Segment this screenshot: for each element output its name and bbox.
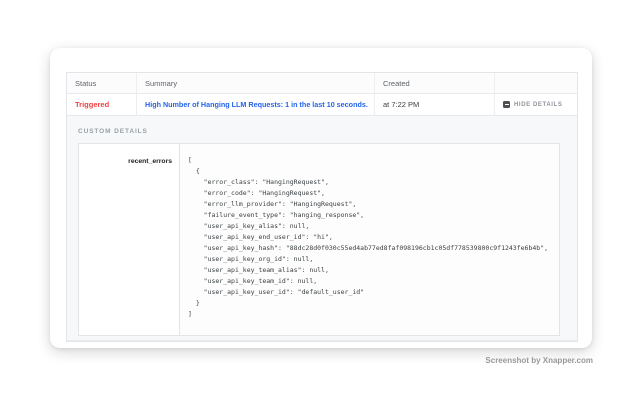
table-row: Triggered High Number of Hanging LLM Req… [67,94,577,116]
table-header-row: Status Summary Created [67,73,577,94]
custom-details-heading: CUSTOM DETAILS [78,128,577,135]
xnapper-watermark: Screenshot by Xnapper.com [485,356,593,365]
details-key-column: recent_errors [79,144,180,335]
details-key-label: recent_errors [128,158,172,165]
summary-cell: High Number of Hanging LLM Requests: 1 i… [136,94,374,115]
alert-summary-link[interactable]: High Number of Hanging LLM Requests: 1 i… [145,100,368,109]
column-header-status: Status [67,73,136,93]
custom-details-panel: CUSTOM DETAILS recent_errors [ { "error_… [67,116,577,341]
minus-square-icon [503,101,510,108]
column-header-actions [494,73,577,93]
created-timestamp: at 7:22 PM [383,100,419,109]
actions-cell: HIDE DETAILS [494,94,577,115]
column-header-created: Created [374,73,494,93]
hide-details-label: HIDE DETAILS [514,102,562,108]
created-cell: at 7:22 PM [374,94,494,115]
hide-details-button[interactable]: HIDE DETAILS [503,101,562,108]
status-cell: Triggered [67,94,136,115]
alerts-card: Status Summary Created Triggered High Nu… [50,48,592,348]
recent-errors-json: [ { "error_class": "HangingRequest", "er… [188,155,551,320]
details-value-column: [ { "error_class": "HangingRequest", "er… [180,144,559,335]
alerts-table: Status Summary Created Triggered High Nu… [66,72,578,342]
status-badge: Triggered [75,100,109,109]
column-header-summary: Summary [136,73,374,93]
custom-details-table: recent_errors [ { "error_class": "Hangin… [78,143,560,336]
